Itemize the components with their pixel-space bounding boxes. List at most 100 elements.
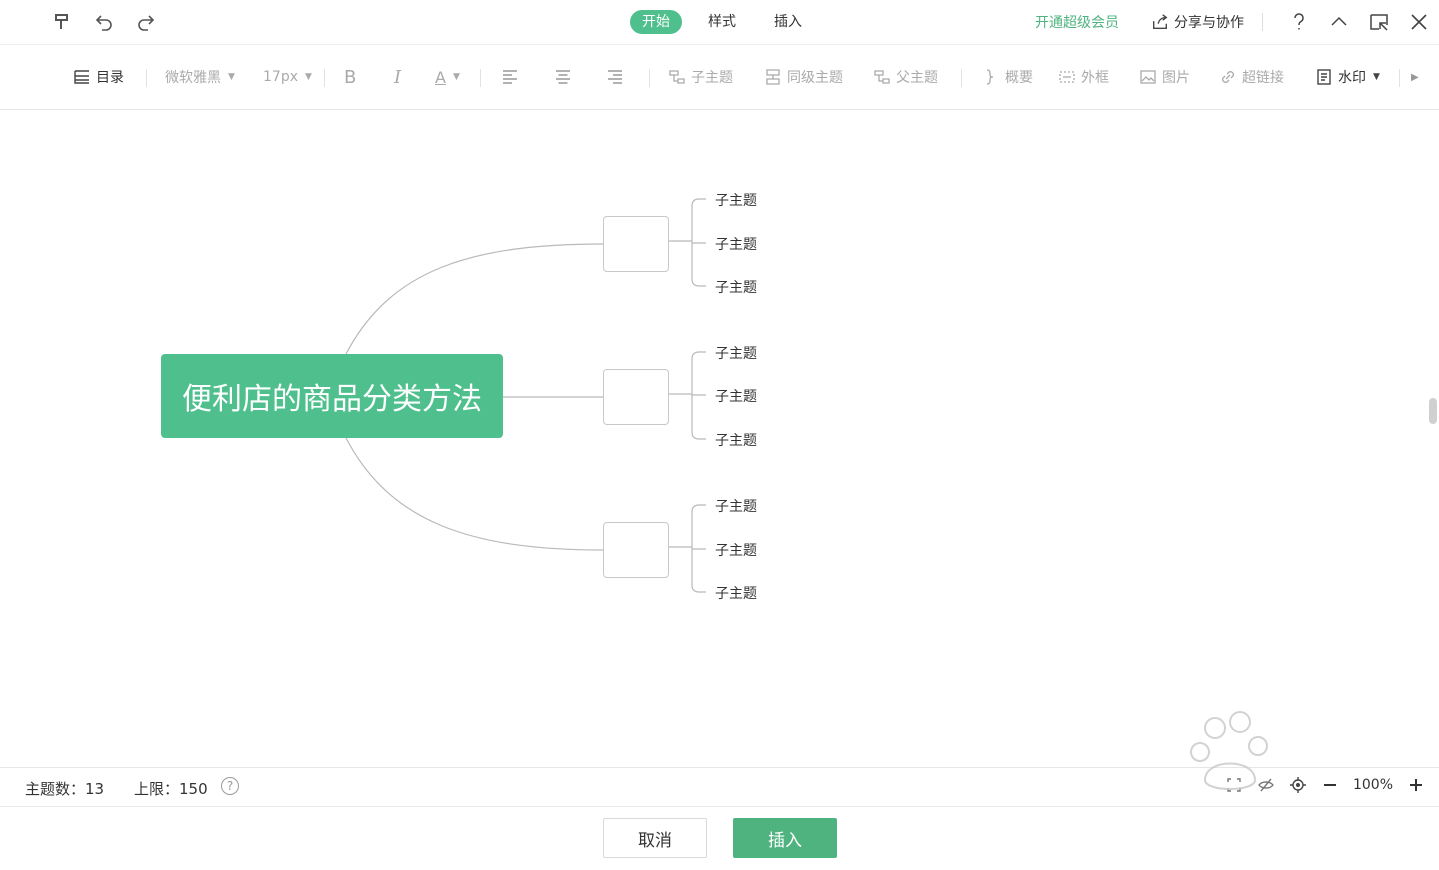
connector-root-branch-1 (345, 243, 604, 355)
toolbar-separator (1399, 69, 1400, 87)
locate-center-icon[interactable] (1289, 776, 1307, 794)
connector-branch-3-children (668, 504, 706, 593)
watermark-button[interactable]: 水印 ▼ (1315, 45, 1380, 109)
font-color-icon: A (435, 67, 446, 87)
image-label: 图片 (1162, 70, 1190, 86)
tab-start[interactable]: 开始 (630, 10, 682, 34)
caret-down-icon: ▼ (452, 72, 460, 82)
outline-label: 目录 (96, 70, 124, 86)
zoom-in-icon[interactable] (1407, 776, 1425, 794)
parent-topic-icon (874, 70, 890, 84)
undo-icon (95, 15, 112, 31)
header-right: 开通超级会员 分享与协作 (1035, 0, 1439, 44)
vertical-scrollbar[interactable] (1429, 398, 1437, 424)
summary-label: 概要 (1005, 70, 1033, 86)
parent-topic-button[interactable]: 父主题 (873, 45, 938, 109)
hyperlink-label: 超链接 (1242, 70, 1284, 86)
font-color-button[interactable]: A ▼ (435, 45, 460, 109)
font-family-select[interactable]: 微软雅黑 ▼ (165, 45, 235, 109)
parent-topic-label: 父主题 (896, 70, 938, 86)
align-left-button[interactable] (501, 45, 519, 109)
cancel-button[interactable]: 取消 (603, 818, 707, 858)
align-left-icon (503, 70, 517, 84)
zoom-controls: 100% (1225, 776, 1425, 794)
frame-label: 外框 (1081, 70, 1109, 86)
summary-button[interactable]: 概要 (982, 45, 1033, 109)
subtopic-2-3[interactable]: 子主题 (715, 430, 757, 450)
align-center-button[interactable] (554, 45, 572, 109)
subtopic-1-1[interactable]: 子主题 (715, 190, 757, 210)
font-family-value: 微软雅黑 (165, 70, 221, 86)
italic-button[interactable]: I (394, 45, 401, 109)
fit-view-icon[interactable] (1225, 776, 1243, 794)
bold-button[interactable]: B (344, 45, 356, 109)
child-topic-button[interactable]: 子主题 (668, 45, 733, 109)
chevron-right-icon: ▶ (1411, 71, 1419, 83)
tab-insert[interactable]: 插入 (762, 10, 814, 34)
redo-button[interactable] (132, 8, 160, 36)
align-right-icon (608, 70, 622, 84)
subtopic-3-1[interactable]: 子主题 (715, 496, 757, 516)
subtopic-3-2[interactable]: 子主题 (715, 540, 757, 560)
frame-button[interactable]: 外框 (1058, 45, 1109, 109)
hyperlink-button[interactable]: 超链接 (1219, 45, 1284, 109)
format-painter-button[interactable] (48, 8, 76, 36)
root-topic[interactable]: 便利店的商品分类方法 (161, 354, 503, 438)
caret-down-icon: ▼ (228, 72, 235, 82)
topic-count: 主题数：13 (25, 780, 105, 798)
zoom-level: 100% (1352, 777, 1393, 793)
share-button[interactable]: 分享与协作 (1151, 12, 1244, 32)
connector-branch-1-children (668, 198, 706, 287)
caret-down-icon: ▼ (305, 72, 312, 82)
align-right-button[interactable] (606, 45, 624, 109)
title-bar: 开始 样式 插入 开通超级会员 分享与协作 (0, 0, 1439, 45)
outline-icon (74, 70, 89, 84)
subtopic-3-3[interactable]: 子主题 (715, 583, 757, 603)
restore-button[interactable] (1359, 0, 1399, 44)
frame-icon (1059, 71, 1075, 83)
bold-icon: B (344, 66, 357, 88)
tab-style[interactable]: 样式 (696, 10, 748, 34)
font-size-select[interactable]: 17px ▼ (263, 45, 312, 109)
sibling-topic-button[interactable]: 同级主题 (764, 45, 843, 109)
chevron-up-icon (1331, 16, 1347, 26)
close-button[interactable] (1399, 0, 1439, 44)
subtopic-1-2[interactable]: 子主题 (715, 234, 757, 254)
toolbar-separator (324, 69, 325, 87)
close-icon (1411, 14, 1427, 30)
help-button[interactable] (1279, 0, 1319, 44)
zoom-out-icon[interactable] (1321, 776, 1339, 794)
header-divider (1262, 13, 1263, 31)
mindmap-canvas[interactable]: 便利店的商品分类方法 子主题 子主题 子主题 子主题 子主题 子主题 子主题 子… (0, 110, 1439, 766)
link-icon (1222, 71, 1234, 83)
branch-topic-2[interactable] (603, 369, 669, 425)
question-icon (1294, 13, 1304, 30)
outline-button[interactable]: 目录 (73, 45, 124, 109)
quick-actions (48, 8, 160, 36)
toolbar: 目录 微软雅黑 ▼ 17px ▼ B I A ▼ 子主题 同级主题 父主题 概要… (0, 45, 1439, 110)
sibling-topic-icon (766, 69, 780, 85)
toolbar-separator (146, 69, 147, 87)
main-tabs: 开始 样式 插入 (630, 10, 814, 34)
toolbar-separator (649, 69, 650, 87)
caret-down-icon: ▼ (1373, 72, 1380, 82)
undo-button[interactable] (90, 8, 118, 36)
toolbar-scroll-right-button[interactable]: ▶ (1411, 45, 1419, 109)
insert-button[interactable]: 插入 (733, 818, 837, 858)
child-topic-label: 子主题 (691, 70, 733, 86)
sibling-topic-label: 同级主题 (787, 70, 843, 86)
eye-hidden-icon[interactable] (1257, 776, 1275, 794)
vip-link[interactable]: 开通超级会员 (1035, 12, 1119, 32)
share-icon (1153, 14, 1168, 29)
watermark-icon (1317, 69, 1331, 85)
subtopic-2-2[interactable]: 子主题 (715, 386, 757, 406)
limit-help-icon[interactable]: ? (221, 777, 239, 795)
branch-topic-3[interactable] (603, 522, 669, 578)
italic-icon: I (394, 66, 402, 88)
format-painter-icon (55, 14, 68, 29)
collapse-button[interactable] (1319, 0, 1359, 44)
subtopic-1-3[interactable]: 子主题 (715, 277, 757, 297)
subtopic-2-1[interactable]: 子主题 (715, 343, 757, 363)
image-button[interactable]: 图片 (1139, 45, 1190, 109)
branch-topic-1[interactable] (603, 216, 669, 272)
